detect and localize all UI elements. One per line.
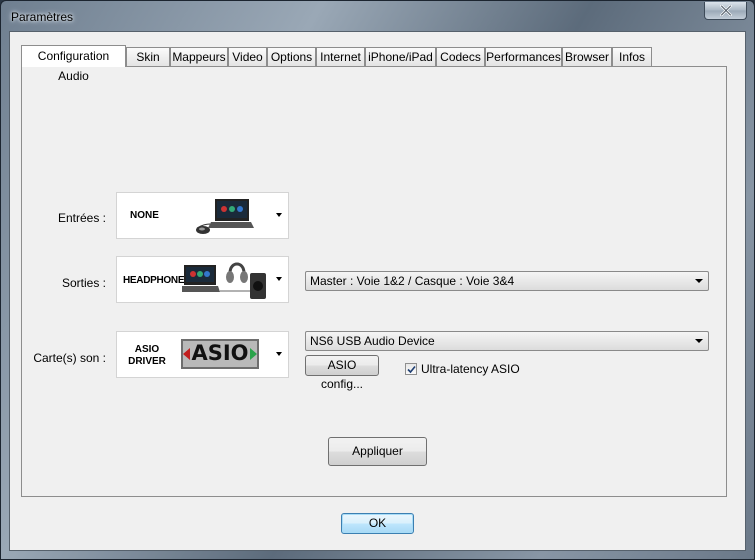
window-title: Paramètres: [11, 10, 74, 24]
tab-label: Mappeurs: [172, 50, 226, 64]
ultra-latency-label[interactable]: Ultra-latency ASIO: [421, 362, 520, 376]
outputs-routing-dropdown[interactable]: Master : Voie 1&2 / Casque : Voie 3&4: [305, 271, 709, 291]
soundcard-device-selector[interactable]: ASIO DRIVER ASIO: [116, 331, 289, 378]
soundcard-label: Carte(s) son :: [33, 351, 106, 365]
tab-browser[interactable]: Browser: [562, 47, 612, 66]
chevron-down-icon: [276, 277, 282, 281]
title-bar[interactable]: Paramètres: [1, 1, 754, 31]
asio-logo-text: ASIO: [191, 341, 249, 365]
chevron-down-icon: [695, 279, 703, 283]
inputs-device-selector[interactable]: NONE: [116, 192, 289, 239]
tab-iphone-ipad[interactable]: iPhone/iPad: [365, 47, 436, 66]
tab-infos[interactable]: Infos: [612, 47, 652, 66]
outputs-device-name: HEADPHONES: [123, 275, 191, 286]
apply-label: Appliquer: [352, 444, 403, 458]
tab-skin[interactable]: Skin: [126, 47, 170, 66]
tab-mappeurs[interactable]: Mappeurs: [170, 47, 228, 66]
outputs-label: Sorties :: [61, 276, 106, 290]
inputs-label: Entrées :: [57, 211, 106, 225]
tab-label: Infos: [618, 50, 645, 64]
settings-window: Paramètres Configuration Audio Skin Mapp…: [0, 0, 755, 560]
soundcard-device-name: ASIO DRIVER: [125, 344, 169, 368]
tab-internet[interactable]: Internet: [316, 47, 365, 66]
soundcard-device-dropdown[interactable]: NS6 USB Audio Device: [305, 331, 709, 351]
close-button[interactable]: [704, 2, 747, 20]
asio-config-button[interactable]: ASIO config...: [305, 355, 379, 391]
audio-config-panel: Entrées : NONE Sorties : HEADPHONES Mast…: [21, 66, 727, 497]
inputs-device-name: NONE: [130, 210, 159, 221]
headphones-speaker-icon: [182, 262, 266, 299]
outputs-routing-value: Master : Voie 1&2 / Casque : Voie 3&4: [310, 274, 515, 288]
soundcard-device-line2: DRIVER: [128, 356, 166, 367]
tab-label: Codecs: [440, 50, 481, 64]
tab-configuration-audio[interactable]: Configuration Audio: [21, 45, 126, 83]
laptop-mouse-icon: [196, 199, 254, 234]
tab-label: Internet: [320, 50, 361, 64]
tab-performances[interactable]: Performances: [485, 47, 562, 66]
chevron-down-icon: [695, 339, 703, 343]
tab-options[interactable]: Options: [267, 47, 316, 66]
asio-config-label: ASIO config...: [320, 358, 364, 391]
close-icon: [720, 5, 732, 16]
soundcard-device-value: NS6 USB Audio Device: [310, 334, 435, 348]
outputs-device-selector[interactable]: HEADPHONES: [116, 256, 289, 303]
ultra-latency-checkbox[interactable]: [405, 363, 417, 375]
soundcard-device-line1: ASIO: [134, 344, 160, 355]
apply-button[interactable]: Appliquer: [328, 437, 427, 466]
tab-video[interactable]: Video: [228, 47, 267, 66]
dialog-client: Configuration Audio Skin Mappeurs Video …: [9, 31, 746, 551]
checkmark-icon: [407, 365, 416, 374]
tab-label: Skin: [136, 50, 160, 64]
ok-label: OK: [368, 516, 387, 530]
tab-label: Video: [232, 50, 263, 64]
tab-label: Options: [270, 50, 313, 64]
tab-label: Performances: [486, 50, 561, 64]
tab-label: iPhone/iPad: [368, 50, 433, 64]
tab-label: Browser: [564, 50, 609, 64]
tab-codecs[interactable]: Codecs: [436, 47, 485, 66]
chevron-down-icon: [276, 352, 282, 356]
chevron-down-icon: [276, 213, 282, 217]
ok-button[interactable]: OK: [341, 513, 414, 534]
